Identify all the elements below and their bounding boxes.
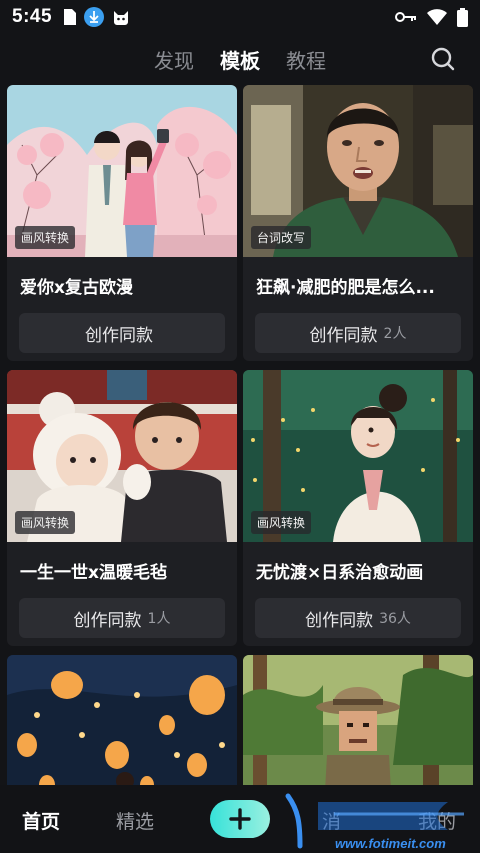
- sim-card-icon: [64, 9, 77, 25]
- jungle-explorer-illustration: [243, 655, 473, 795]
- template-title: 一生一世x温暖毛毡: [20, 563, 167, 583]
- watermark-text: www.fotimeit.com: [335, 836, 446, 851]
- style-tag: 画风转换: [251, 511, 312, 534]
- notification-icons: [64, 7, 130, 27]
- app-notification-icon: [114, 11, 129, 25]
- template-title: 爱你x复古欧漫: [20, 278, 133, 298]
- create-same-button[interactable]: 创作同款 2人: [255, 313, 461, 353]
- search-icon[interactable]: [430, 46, 456, 72]
- template-card[interactable]: 画风转换 爱你x复古欧漫 创作同款: [7, 85, 237, 361]
- system-icons: [395, 7, 468, 27]
- template-card[interactable]: 画风转换 无忧渡×日系治愈动画 创作同款 36人: [243, 370, 473, 646]
- template-card[interactable]: [243, 655, 473, 795]
- status-time: 5:45: [12, 6, 53, 27]
- template-thumbnail[interactable]: [7, 655, 237, 795]
- battery-icon: [457, 7, 468, 27]
- wifi-icon: [427, 9, 447, 25]
- style-tag: 画风转换: [15, 226, 76, 249]
- template-card[interactable]: [7, 655, 237, 795]
- nav-featured[interactable]: 精选: [116, 807, 154, 834]
- template-title: 无忧渡×日系治愈动画: [256, 563, 424, 583]
- usage-count: 1人: [147, 611, 171, 627]
- template-card[interactable]: 台词改写 狂飙·减肥的肥是怎么... 创作同款 2人: [243, 85, 473, 361]
- style-tag: 台词改写: [251, 226, 312, 249]
- usage-count: 36人: [379, 611, 411, 627]
- template-title: 狂飙·减肥的肥是怎么...: [256, 278, 435, 298]
- template-thumbnail[interactable]: 画风转换: [7, 370, 237, 542]
- plus-icon: [229, 808, 251, 830]
- create-same-button[interactable]: 创作同款 36人: [255, 598, 461, 638]
- create-same-label: 创作同款: [73, 610, 142, 631]
- style-tag: 画风转换: [15, 511, 76, 534]
- nav-home[interactable]: 首页: [22, 807, 60, 834]
- template-thumbnail[interactable]: [243, 655, 473, 795]
- key-icon: [395, 12, 416, 22]
- template-thumbnail[interactable]: 画风转换: [243, 370, 473, 542]
- create-plus-button[interactable]: [210, 800, 270, 838]
- create-same-label: 创作同款: [309, 325, 378, 346]
- tab-tutorials[interactable]: 教程: [286, 45, 326, 74]
- top-tabs: 发现 模板 教程: [0, 40, 480, 78]
- create-same-button[interactable]: 创作同款: [19, 313, 225, 353]
- create-same-button[interactable]: 创作同款 1人: [19, 598, 225, 638]
- lantern-night-illustration: [7, 655, 237, 795]
- download-icon: [84, 7, 105, 27]
- tab-templates[interactable]: 模板: [220, 45, 260, 74]
- tab-discover[interactable]: 发现: [154, 45, 194, 74]
- template-card[interactable]: 画风转换 一生一世x温暖毛毡 创作同款 1人: [7, 370, 237, 646]
- status-bar: 5:45: [0, 0, 480, 34]
- template-thumbnail[interactable]: 台词改写: [243, 85, 473, 257]
- template-thumbnail[interactable]: 画风转换: [7, 85, 237, 257]
- create-same-label: 创作同款: [85, 325, 153, 346]
- create-same-label: 创作同款: [305, 610, 374, 631]
- usage-count: 2人: [383, 326, 407, 342]
